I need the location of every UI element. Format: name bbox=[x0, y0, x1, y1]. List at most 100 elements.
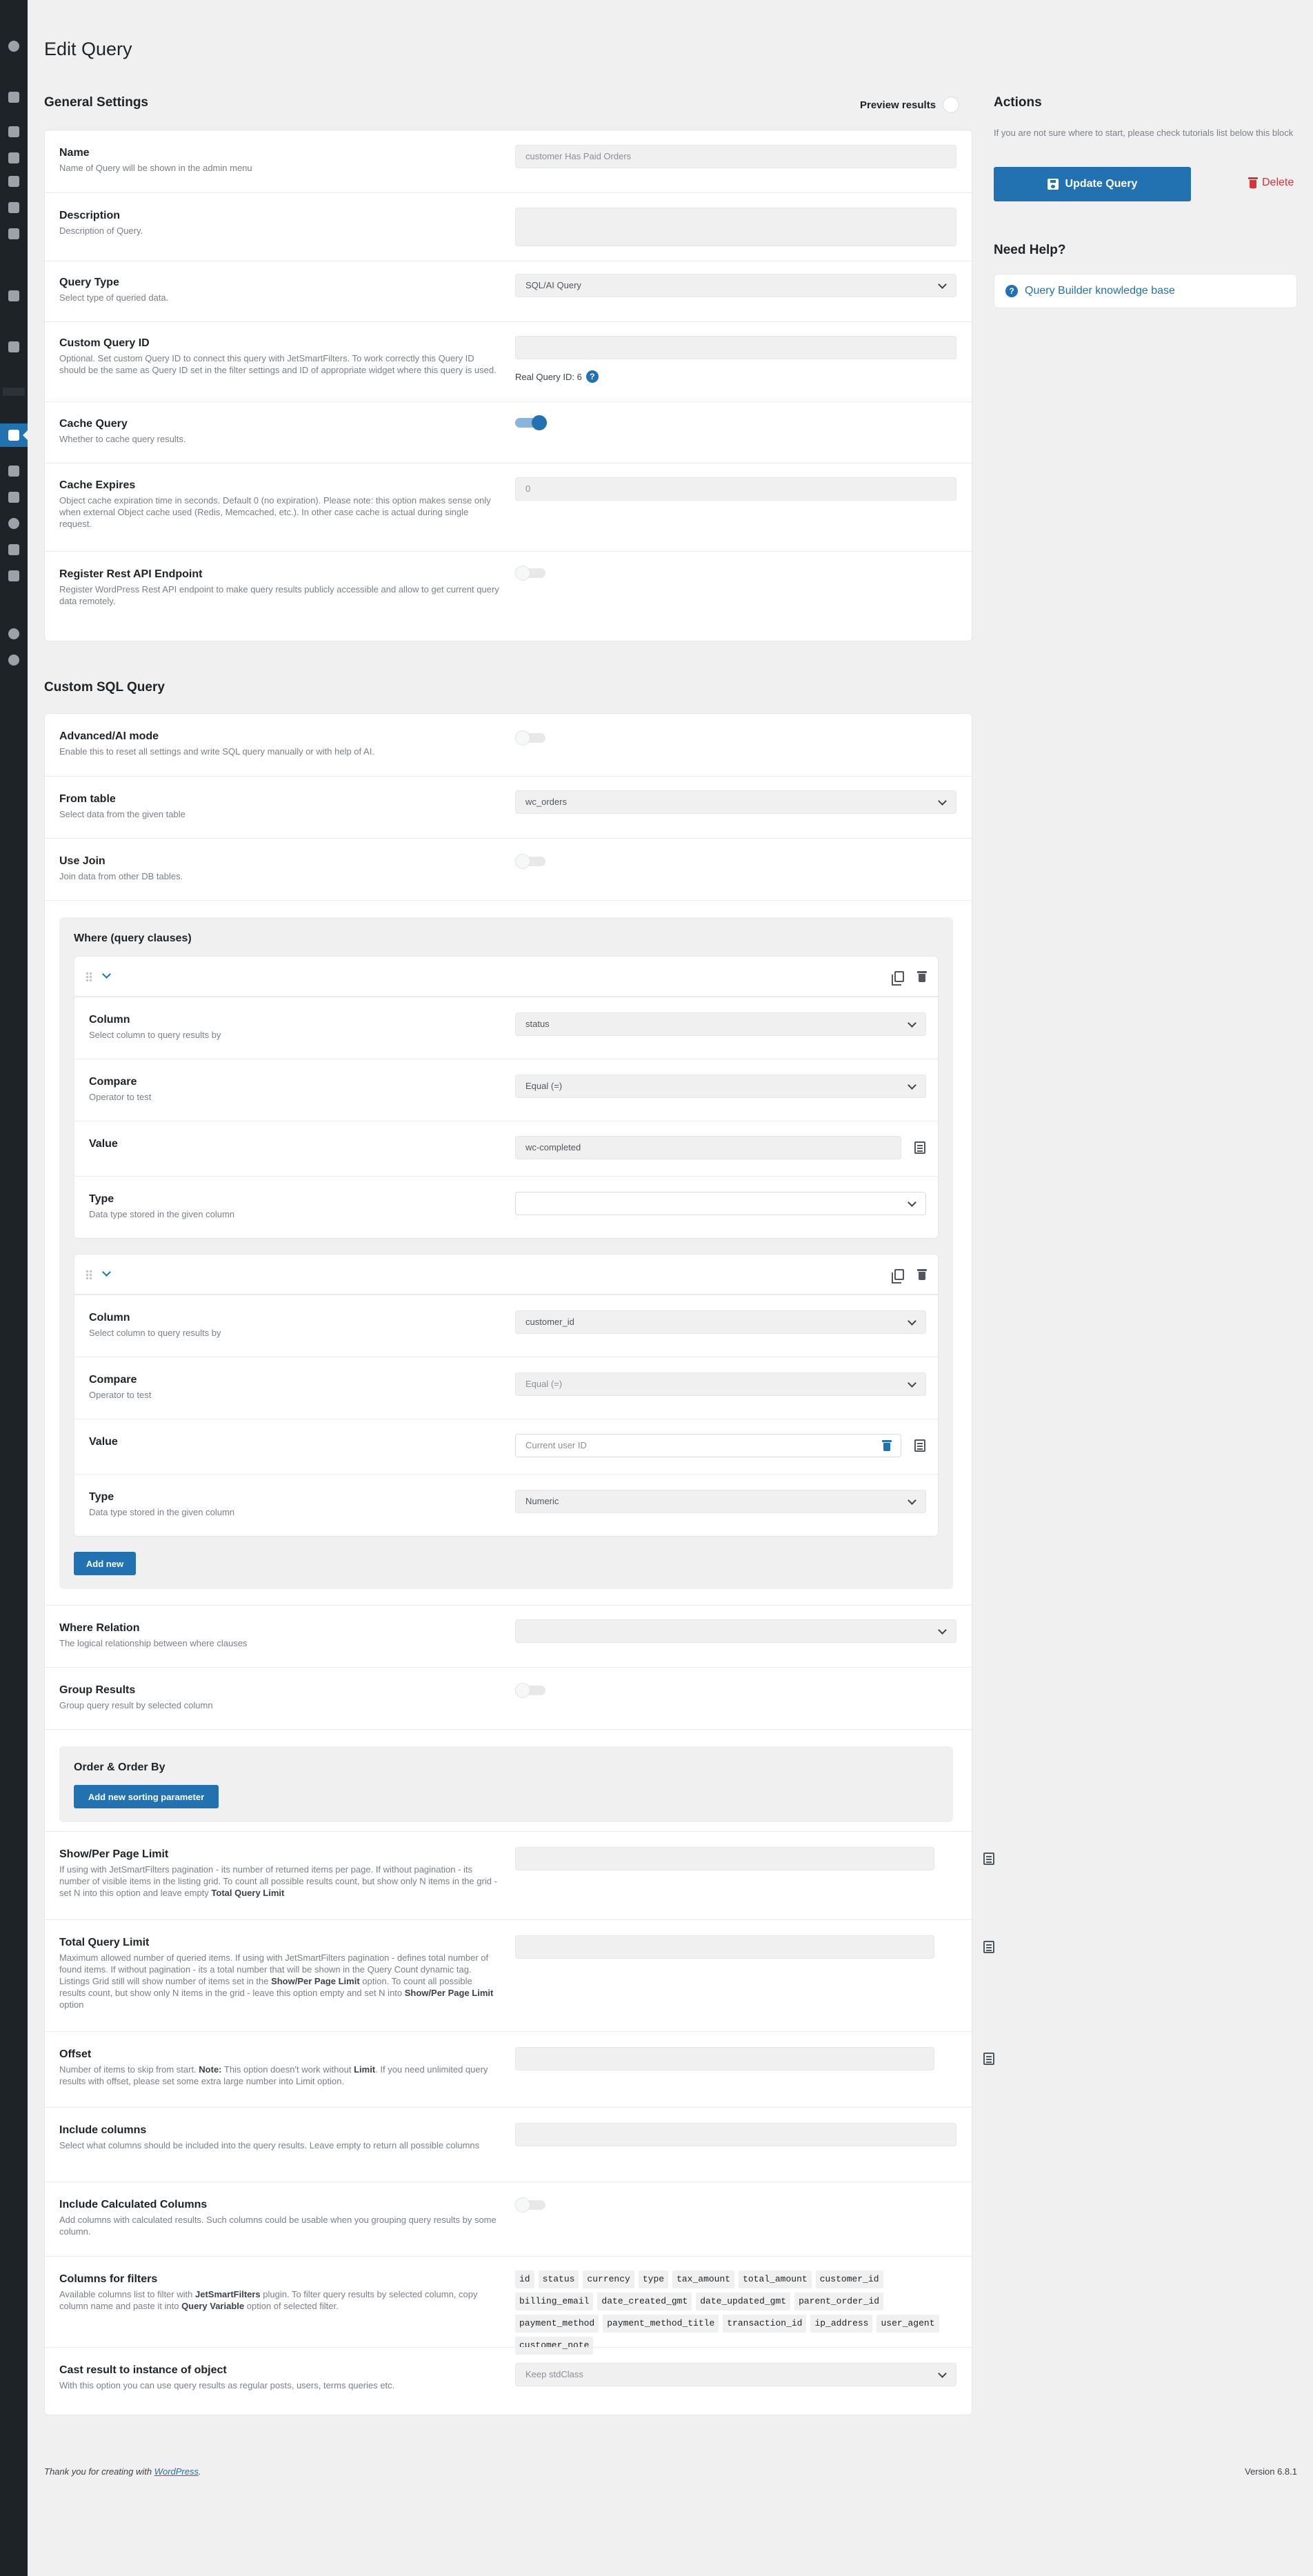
cast-result-select[interactable]: Keep stdClass bbox=[515, 2363, 956, 2386]
column-tag: status bbox=[538, 2270, 579, 2288]
database-icon[interactable] bbox=[0, 286, 28, 306]
query-type-select[interactable]: SQL/AI Query bbox=[515, 274, 956, 297]
columns-for-filters-row: Columns for filters Available columns lis… bbox=[45, 2256, 973, 2355]
cache-query-toggle[interactable] bbox=[515, 415, 547, 430]
clause-column-label: Column bbox=[89, 1014, 130, 1026]
column-tag: date_created_gmt bbox=[597, 2293, 692, 2310]
dynamic-tags-icon[interactable] bbox=[983, 2053, 994, 2065]
total-limit-input[interactable] bbox=[515, 1935, 934, 1959]
clause-1-value-input[interactable]: wc-completed bbox=[515, 1136, 901, 1159]
from-table-select[interactable]: wc_orders bbox=[515, 790, 956, 814]
help-icon[interactable]: ? bbox=[585, 370, 599, 383]
add-sorting-button[interactable]: Add new sorting parameter bbox=[74, 1785, 219, 1808]
custom-query-id-desc: Optional. Set custom Query ID to connect… bbox=[59, 353, 497, 375]
plugins-icon[interactable] bbox=[0, 148, 28, 168]
media-icon[interactable] bbox=[0, 171, 28, 192]
drag-handle-icon[interactable] bbox=[86, 1270, 92, 1279]
need-help-title: Need Help? bbox=[994, 243, 1066, 257]
cloud-icon[interactable] bbox=[0, 623, 28, 644]
total-limit-row: Total Query Limit Maximum allowed number … bbox=[45, 1919, 994, 2031]
dynamic-tags-icon[interactable] bbox=[914, 1439, 925, 1452]
offset-input[interactable] bbox=[515, 2047, 934, 2070]
clause-1-column-select[interactable]: status bbox=[515, 1012, 926, 1036]
clear-value-trash-icon[interactable] bbox=[882, 1440, 892, 1451]
order-box: Order & Order By Add new sorting paramet… bbox=[59, 1746, 953, 1822]
clause-2-type-row: Type Data type stored in the given column… bbox=[74, 1474, 938, 1537]
clause-compare-desc: Operator to test bbox=[89, 1390, 152, 1400]
preview-results-toggle[interactable] bbox=[943, 97, 960, 113]
chevron-down-icon[interactable] bbox=[102, 1268, 111, 1277]
footer-version: Version 6.8.1 bbox=[1245, 2466, 1297, 2477]
rest-api-toggle[interactable] bbox=[515, 566, 545, 581]
column-tag: date_updated_gmt bbox=[696, 2293, 791, 2310]
appearance-icon[interactable] bbox=[0, 461, 28, 481]
jet-plugins-icon[interactable] bbox=[0, 87, 28, 108]
include-columns-desc: Select what columns should be included i… bbox=[59, 2140, 480, 2150]
dynamic-tags-icon[interactable] bbox=[983, 1941, 994, 1953]
rest-api-desc: Register WordPress Rest API endpoint to … bbox=[59, 584, 499, 606]
per-page-row: Show/Per Page Limit If using with JetSmar… bbox=[45, 1831, 994, 1919]
dynamic-tags-icon[interactable] bbox=[914, 1141, 925, 1154]
update-query-button[interactable]: Update Query bbox=[994, 167, 1191, 201]
menu-separator bbox=[3, 388, 25, 396]
users-icon[interactable] bbox=[0, 513, 28, 534]
cache-query-row: Cache Query Whether to cache query result… bbox=[45, 401, 973, 463]
trash-icon[interactable] bbox=[917, 1269, 927, 1280]
custom-query-id-input[interactable] bbox=[515, 336, 956, 359]
clause-1-compare-select[interactable]: Equal (=) bbox=[515, 1075, 926, 1098]
cache-expires-row: Cache Expires Object cache expiration tim… bbox=[45, 463, 973, 551]
rest-api-label: Register Rest API Endpoint bbox=[59, 568, 203, 580]
dashboard-icon[interactable] bbox=[0, 36, 28, 57]
knowledge-base-link[interactable]: ? Query Builder knowledge base bbox=[994, 274, 1297, 308]
preview-results-control[interactable]: Preview results bbox=[860, 97, 960, 113]
clause-type-desc: Data type stored in the given column bbox=[89, 1507, 235, 1517]
custom-sql-title: Custom SQL Query bbox=[44, 680, 165, 695]
drag-handle-icon[interactable] bbox=[86, 972, 92, 981]
column-tag: id bbox=[515, 2270, 534, 2288]
include-columns-input[interactable] bbox=[515, 2123, 956, 2146]
jetengine-icon[interactable] bbox=[0, 423, 28, 447]
per-page-input[interactable] bbox=[515, 1847, 934, 1870]
where-title: Where (query clauses) bbox=[74, 932, 192, 944]
copy-icon[interactable] bbox=[892, 971, 904, 986]
clause-2-value-input[interactable]: Current user ID bbox=[515, 1434, 901, 1457]
wordpress-link[interactable]: WordPress bbox=[154, 2466, 199, 2477]
copy-icon[interactable] bbox=[892, 1269, 904, 1284]
dynamic-tags-icon[interactable] bbox=[983, 1853, 994, 1865]
cache-expires-desc: Object cache expiration time in seconds.… bbox=[59, 495, 491, 529]
rest-api-row: Register Rest API Endpoint Register WordP… bbox=[45, 551, 973, 642]
where-relation-select[interactable] bbox=[515, 1619, 956, 1643]
play-icon[interactable] bbox=[0, 650, 28, 670]
comments-icon[interactable] bbox=[0, 223, 28, 244]
delete-label: Delete bbox=[1262, 177, 1294, 188]
description-textarea[interactable] bbox=[515, 208, 956, 246]
cache-expires-input[interactable]: 0 bbox=[515, 477, 956, 501]
update-query-label: Update Query bbox=[1065, 178, 1138, 190]
clause-2-compare-select[interactable]: Equal (=) bbox=[515, 1372, 926, 1396]
where-relation-desc: The logical relationship between where c… bbox=[59, 1638, 248, 1648]
add-new-clause-button[interactable]: Add new bbox=[74, 1552, 136, 1575]
settings-icon[interactable] bbox=[0, 566, 28, 586]
page-title: Edit Query bbox=[44, 39, 132, 59]
group-results-toggle[interactable] bbox=[515, 1683, 545, 1698]
chevron-down-icon[interactable] bbox=[102, 970, 111, 979]
analytics-icon[interactable] bbox=[0, 337, 28, 357]
use-join-toggle[interactable] bbox=[515, 854, 545, 869]
name-input[interactable]: customer Has Paid Orders bbox=[515, 145, 956, 168]
advanced-mode-label: Advanced/AI mode bbox=[59, 730, 159, 742]
advanced-mode-toggle[interactable] bbox=[515, 730, 545, 746]
delete-link[interactable]: Delete bbox=[1248, 177, 1294, 189]
pages-icon[interactable] bbox=[0, 197, 28, 218]
posts-icon[interactable] bbox=[0, 121, 28, 142]
clause-compare-desc: Operator to test bbox=[89, 1092, 152, 1102]
clause-type-desc: Data type stored in the given column bbox=[89, 1209, 235, 1219]
clause-2-type-select[interactable]: Numeric bbox=[515, 1490, 926, 1513]
clause-1-type-select[interactable] bbox=[515, 1192, 926, 1215]
plugins-tools-icon[interactable] bbox=[0, 487, 28, 508]
clause-2-column-select[interactable]: customer_id bbox=[515, 1310, 926, 1334]
tools-icon[interactable] bbox=[0, 539, 28, 560]
column-tag: payment_method bbox=[515, 2315, 599, 2333]
order-title: Order & Order By bbox=[74, 1761, 166, 1773]
calc-columns-toggle[interactable] bbox=[515, 2197, 545, 2213]
trash-icon[interactable] bbox=[917, 971, 927, 982]
